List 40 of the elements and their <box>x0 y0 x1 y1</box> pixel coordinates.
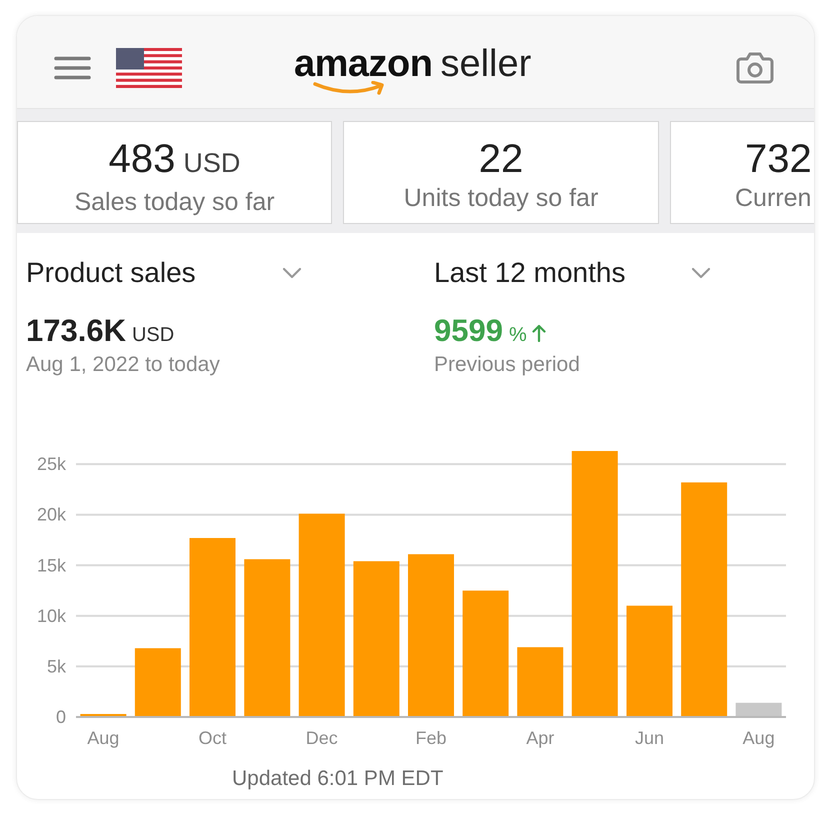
x-axis-label: Dec <box>306 728 338 748</box>
app-name: seller <box>440 44 532 84</box>
stat-value: 22 <box>478 138 524 180</box>
bar <box>736 702 782 717</box>
bar <box>134 648 181 717</box>
y-axis-label: 0 <box>56 707 66 727</box>
y-axis-label: 5k <box>46 656 66 676</box>
x-axis-label: Apr <box>526 728 554 748</box>
metric-dropdown[interactable]: Product sales <box>26 257 302 289</box>
x-axis-label: Feb <box>415 728 447 748</box>
x-axis-label: Jun <box>634 728 664 748</box>
chevron-down-icon <box>282 267 302 279</box>
flag-icon[interactable] <box>116 48 182 88</box>
menu-icon[interactable] <box>54 56 91 80</box>
stat-value: 732 <box>745 138 812 180</box>
stat-label: Units today so far <box>404 184 598 212</box>
currency-unit: USD <box>132 323 174 348</box>
chevron-down-icon <box>691 267 711 279</box>
percent-sign: % <box>508 323 527 348</box>
y-axis-label: 10k <box>36 606 66 626</box>
brand-name: amazon <box>294 44 432 84</box>
date-range-caption: Aug 1, 2022 to today <box>26 353 221 377</box>
updated-time: Updated 6:01 PM EDT <box>232 768 444 790</box>
x-axis-label: Aug <box>742 728 775 748</box>
bar <box>517 647 564 717</box>
y-axis-label: 25k <box>36 454 66 474</box>
y-axis-label: 20k <box>36 504 66 525</box>
bar <box>80 714 126 717</box>
total-sales-value: 173.6K <box>26 314 126 348</box>
x-axis-label: Oct <box>198 728 226 748</box>
y-axis-label: 15k <box>36 555 66 576</box>
stat-label: Curren <box>735 184 812 212</box>
stat-value: 483 <box>108 138 176 180</box>
x-axis-label: Aug <box>87 728 120 748</box>
comparison-caption: Previous period <box>434 353 581 377</box>
change-value: 9599 <box>434 314 503 348</box>
camera-icon[interactable] <box>736 51 774 85</box>
stat-unit: USD <box>183 147 240 180</box>
stat-label: Sales today so far <box>74 188 275 216</box>
period-dropdown[interactable]: Last 12 months <box>434 257 711 289</box>
